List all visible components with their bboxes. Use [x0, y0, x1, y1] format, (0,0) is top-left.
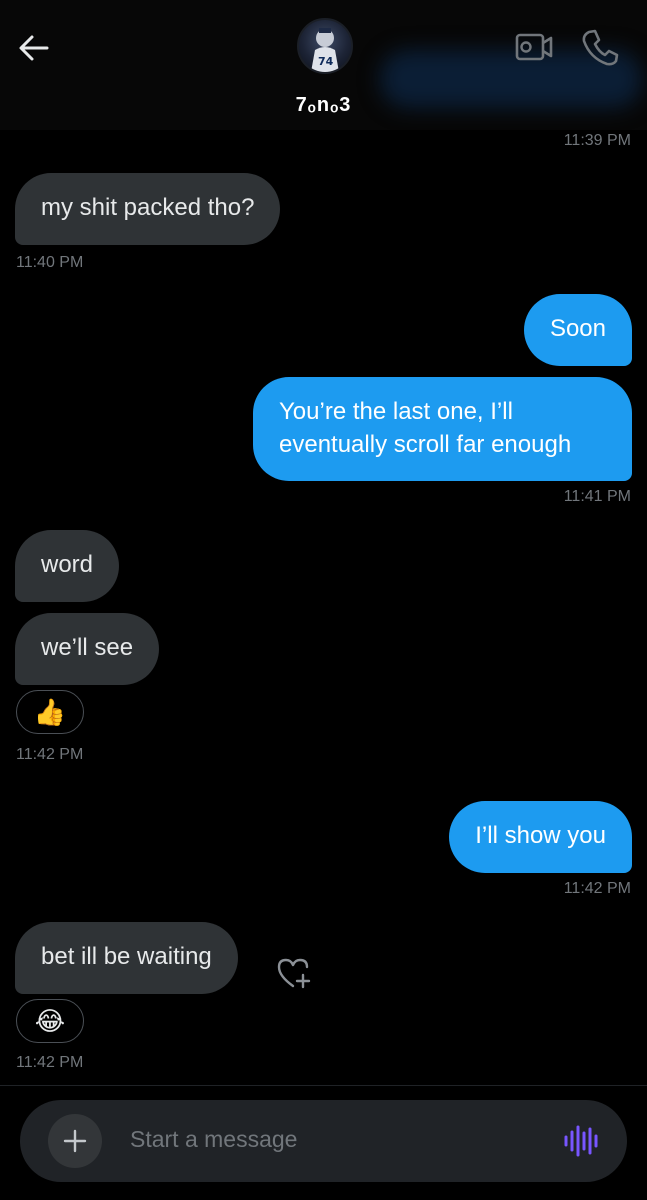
message-timestamp: 11:42 PM: [16, 1054, 84, 1071]
received-message-bubble[interactable]: my shit packed tho?: [15, 173, 281, 245]
composer-divider: [0, 1085, 647, 1086]
message-text: You’re the last one, I’ll eventually scr…: [279, 398, 572, 458]
message-text: Soon: [549, 315, 606, 342]
message-text: my shit packed tho?: [41, 194, 255, 221]
jersey-number: 74: [318, 55, 334, 68]
sent-message-bubble[interactable]: You’re the last one, I’ll eventually scr…: [253, 377, 632, 481]
plus-icon: [63, 1129, 87, 1153]
message-text: I’ll show you: [475, 822, 606, 849]
sent-message-bubble[interactable]: I’ll show you: [449, 801, 632, 873]
arrow-left-icon: [19, 35, 49, 61]
received-message-bubble[interactable]: we’ll see: [15, 613, 160, 685]
message-timestamp: 11:39 PM: [563, 132, 631, 149]
message-composer: Start a message: [20, 1100, 627, 1182]
message-timestamp: 11:42 PM: [16, 746, 84, 763]
conversation-header: 74 7ₒnₒ3: [0, 0, 647, 130]
message-text: word: [41, 551, 94, 578]
add-reaction-button[interactable]: [276, 956, 316, 992]
message-reaction[interactable]: 😂: [16, 999, 84, 1043]
message-input[interactable]: Start a message: [130, 1126, 297, 1153]
message-reaction[interactable]: 👍: [16, 690, 84, 734]
add-media-button[interactable]: [48, 1114, 102, 1168]
voice-call-button[interactable]: [580, 27, 620, 67]
voice-message-button[interactable]: [563, 1124, 599, 1158]
thumbs-up-reaction: 👍: [33, 696, 67, 727]
back-button[interactable]: [14, 28, 54, 68]
message-text: we’ll see: [41, 634, 134, 661]
player-photo: 74: [311, 28, 339, 72]
heart-plus-icon: [277, 958, 311, 989]
dm-conversation-screen: 74 7ₒnₒ3 11:39 PM my shit packed tho? 11…: [0, 0, 647, 1200]
phone-icon: [582, 29, 619, 66]
video-camera-icon: [515, 33, 553, 61]
laughing-reaction: 😂: [34, 1005, 66, 1036]
received-message-bubble[interactable]: word: [15, 530, 120, 602]
voice-waveform-icon: [564, 1125, 598, 1157]
received-message-bubble[interactable]: bet ill be waiting: [15, 922, 238, 994]
message-timestamp: 11:42 PM: [563, 880, 631, 897]
sent-message-bubble[interactable]: Soon: [523, 294, 632, 366]
video-call-button[interactable]: [515, 30, 553, 64]
message-text: bet ill be waiting: [41, 943, 212, 970]
avatar[interactable]: 74: [297, 18, 353, 74]
message-timestamp: 11:41 PM: [563, 488, 631, 505]
message-timestamp: 11:40 PM: [16, 254, 84, 271]
